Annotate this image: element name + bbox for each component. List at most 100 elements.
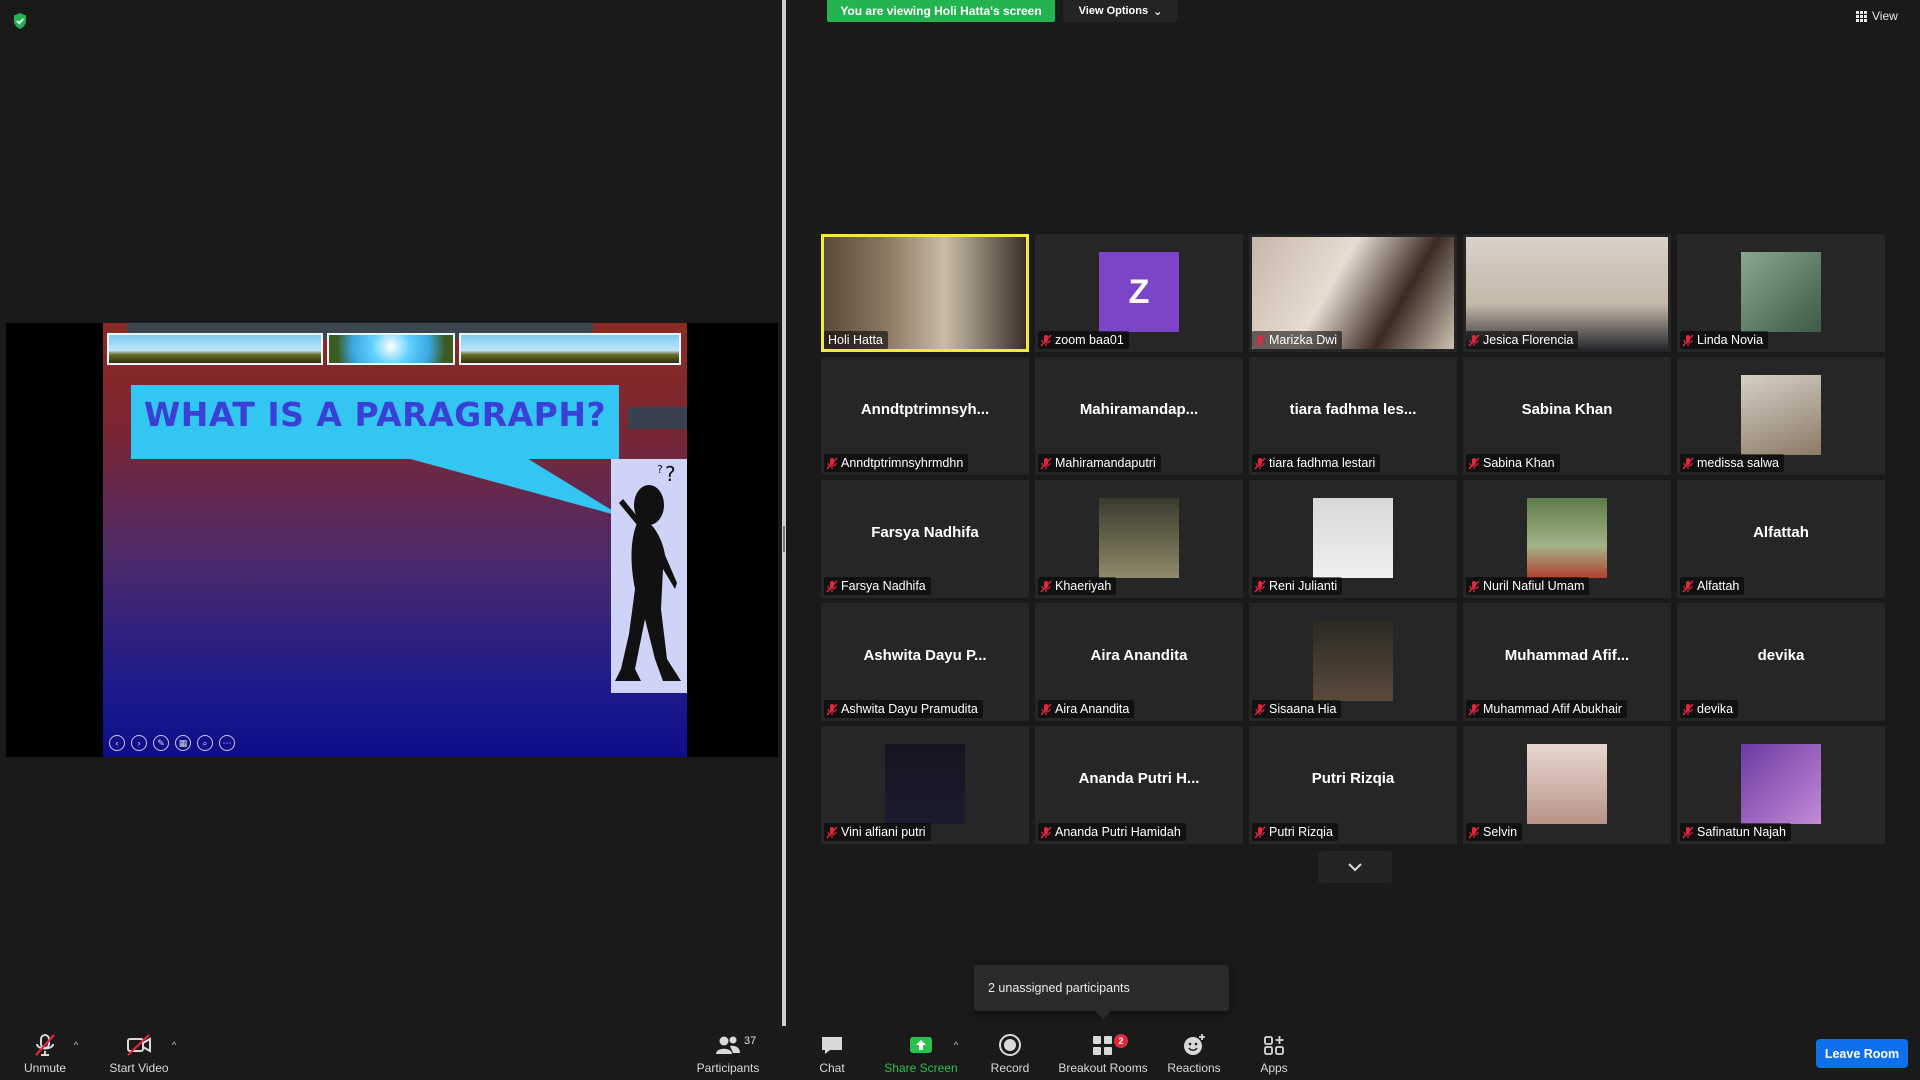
participant-display-name: Ashwita Dayu P... (863, 647, 987, 664)
participant-name-label: Selvin (1466, 823, 1523, 841)
participant-name-label: Aira Anandita (1038, 700, 1135, 718)
slide-landscape-strip (107, 333, 323, 365)
participant-tile[interactable]: Mahiramandap... Mahiramandaputri (1035, 357, 1243, 475)
record-button[interactable]: Record (986, 1032, 1034, 1075)
zoom-icon[interactable]: ⌕ (197, 735, 213, 751)
participant-tile[interactable]: Marizka Dwi (1249, 234, 1457, 352)
apps-button[interactable]: Apps (1256, 1032, 1292, 1075)
microphone-muted-icon (1468, 826, 1480, 839)
participant-tile[interactable]: devika devika (1677, 603, 1885, 721)
participant-tile[interactable]: Selvin (1463, 726, 1671, 844)
leave-room-button[interactable]: Leave Room (1816, 1039, 1908, 1068)
participant-name-label: Safinatun Najah (1680, 823, 1791, 841)
svg-text:?: ? (665, 462, 676, 486)
participant-name-label: Anndtptrimnsyhrmdhn (824, 454, 969, 472)
participant-name: Selvin (1483, 825, 1518, 839)
participant-display-name: Mahiramandap... (1079, 401, 1199, 418)
participant-tile[interactable]: Sabina Khan Sabina Khan (1463, 357, 1671, 475)
split-divider[interactable] (782, 0, 786, 1026)
participant-tile[interactable]: Putri Rizqia Putri Rizqia (1249, 726, 1457, 844)
participant-name: Alfattah (1697, 579, 1740, 593)
view-options-label: View Options (1078, 5, 1149, 17)
participant-tile[interactable]: Vini alfiani putri (821, 726, 1029, 844)
chat-button[interactable]: Chat (812, 1032, 852, 1075)
participant-tile[interactable]: Alfattah Alfattah (1677, 480, 1885, 598)
microphone-muted-icon (1040, 580, 1052, 593)
participant-tile[interactable]: Zzoom baa01 (1035, 234, 1243, 352)
view-options-button[interactable]: View Options ⌄ (1063, 0, 1178, 22)
start-video-button[interactable]: Start Video (106, 1032, 172, 1075)
unassigned-participants-toast[interactable]: 2 unassigned participants (974, 965, 1229, 1011)
unmute-button[interactable]: Unmute (20, 1032, 70, 1075)
participant-tile[interactable]: Aira Anandita Aira Anandita (1035, 603, 1243, 721)
microphone-muted-icon (826, 703, 838, 716)
microphone-muted-icon (1468, 457, 1480, 470)
meeting-toolbar: Unmute ^ Start Video ^ Participants 37 C… (0, 1026, 1920, 1080)
participant-name: Sisaana Hia (1269, 702, 1337, 716)
gallery-scroll-down-button[interactable] (1318, 851, 1392, 883)
slide-title: WHAT IS A PARAGRAPH? (143, 395, 607, 434)
next-slide-icon[interactable]: › (131, 735, 147, 751)
microphone-muted-icon (826, 457, 838, 470)
breakout-rooms-icon (1093, 1036, 1112, 1055)
participant-name-label: Ashwita Dayu Pramudita (824, 700, 983, 718)
participants-count: 37 (744, 1035, 757, 1047)
participant-name-label: devika (1680, 700, 1739, 718)
participant-tile[interactable]: Holi Hatta (821, 234, 1029, 352)
participant-name: Anndtptrimnsyhrmdhn (841, 456, 964, 470)
slides-icon[interactable]: ▦ (175, 735, 191, 751)
participant-name: Jesica Florencia (1483, 333, 1574, 347)
participant-display-name: Muhammad Afif... (1504, 647, 1630, 664)
pen-icon[interactable]: ✎ (153, 735, 169, 751)
microphone-muted-icon (1040, 703, 1052, 716)
slide-figure-panel: ? ? (611, 459, 687, 693)
participant-tile[interactable]: Sisaana Hia (1249, 603, 1457, 721)
encryption-shield-icon[interactable] (12, 12, 28, 30)
participant-name-label: Mahiramandaputri (1038, 454, 1161, 472)
participant-tile[interactable]: Khaeriyah (1035, 480, 1243, 598)
view-button[interactable]: View (1856, 9, 1898, 23)
participant-tile[interactable]: Muhammad Afif... Muhammad Afif Abukhair (1463, 603, 1671, 721)
share-options-caret-icon[interactable]: ^ (954, 1040, 958, 1050)
participant-name-label: Sabina Khan (1466, 454, 1560, 472)
microphone-muted-icon (1040, 457, 1052, 470)
microphone-muted-icon (826, 580, 838, 593)
share-screen-button[interactable]: Share Screen (884, 1032, 958, 1075)
participant-tile[interactable]: Nuril Nafiul Umam (1463, 480, 1671, 598)
participant-profile-photo (1313, 621, 1393, 701)
participant-name: zoom baa01 (1055, 333, 1124, 347)
participant-tile[interactable]: Safinatun Najah (1677, 726, 1885, 844)
previous-slide-icon[interactable]: ‹ (109, 735, 125, 751)
participant-tile[interactable]: Ashwita Dayu P... Ashwita Dayu Pramudita (821, 603, 1029, 721)
microphone-muted-icon (35, 1034, 55, 1056)
participant-tile[interactable]: Farsya Nadhifa Farsya Nadhifa (821, 480, 1029, 598)
participant-name: Mahiramandaputri (1055, 456, 1156, 470)
participant-name-label: Marizka Dwi (1252, 331, 1343, 349)
chat-label: Chat (819, 1061, 845, 1075)
chat-icon (822, 1037, 842, 1054)
viewing-screen-banner: You are viewing Holi Hatta's screen (827, 0, 1055, 22)
participant-tile[interactable]: tiara fadhma les... tiara fadhma lestari (1249, 357, 1457, 475)
microphone-muted-icon (1682, 826, 1694, 839)
microphone-muted-icon (1468, 580, 1480, 593)
participant-tile[interactable]: Ananda Putri H... Ananda Putri Hamidah (1035, 726, 1243, 844)
participant-tile[interactable]: Anndtptrimnsyh... Anndtptrimnsyhrmdhn (821, 357, 1029, 475)
participant-name-label: Muhammad Afif Abukhair (1466, 700, 1627, 718)
participant-name-label: Linda Novia (1680, 331, 1769, 349)
more-icon[interactable]: ⋯ (219, 735, 235, 751)
audio-options-caret-icon[interactable]: ^ (74, 1040, 78, 1050)
participant-tile[interactable]: medissa salwa (1677, 357, 1885, 475)
split-divider-grip[interactable] (783, 526, 785, 552)
slide-dark-rectangle (628, 407, 687, 429)
participant-tile[interactable]: Linda Novia (1677, 234, 1885, 352)
participant-name-label: Ananda Putri Hamidah (1038, 823, 1186, 841)
slide-landscape-strip (327, 333, 455, 365)
video-options-caret-icon[interactable]: ^ (172, 1040, 176, 1050)
participant-profile-photo (1313, 498, 1393, 578)
participant-tile[interactable]: Reni Julianti (1249, 480, 1457, 598)
breakout-rooms-button[interactable]: Breakout Rooms (1058, 1032, 1148, 1075)
participant-tile[interactable]: Jesica Florencia (1463, 234, 1671, 352)
reactions-button[interactable]: Reactions (1166, 1032, 1222, 1075)
participant-name: Aira Anandita (1055, 702, 1130, 716)
participant-name: Putri Rizqia (1269, 825, 1333, 839)
